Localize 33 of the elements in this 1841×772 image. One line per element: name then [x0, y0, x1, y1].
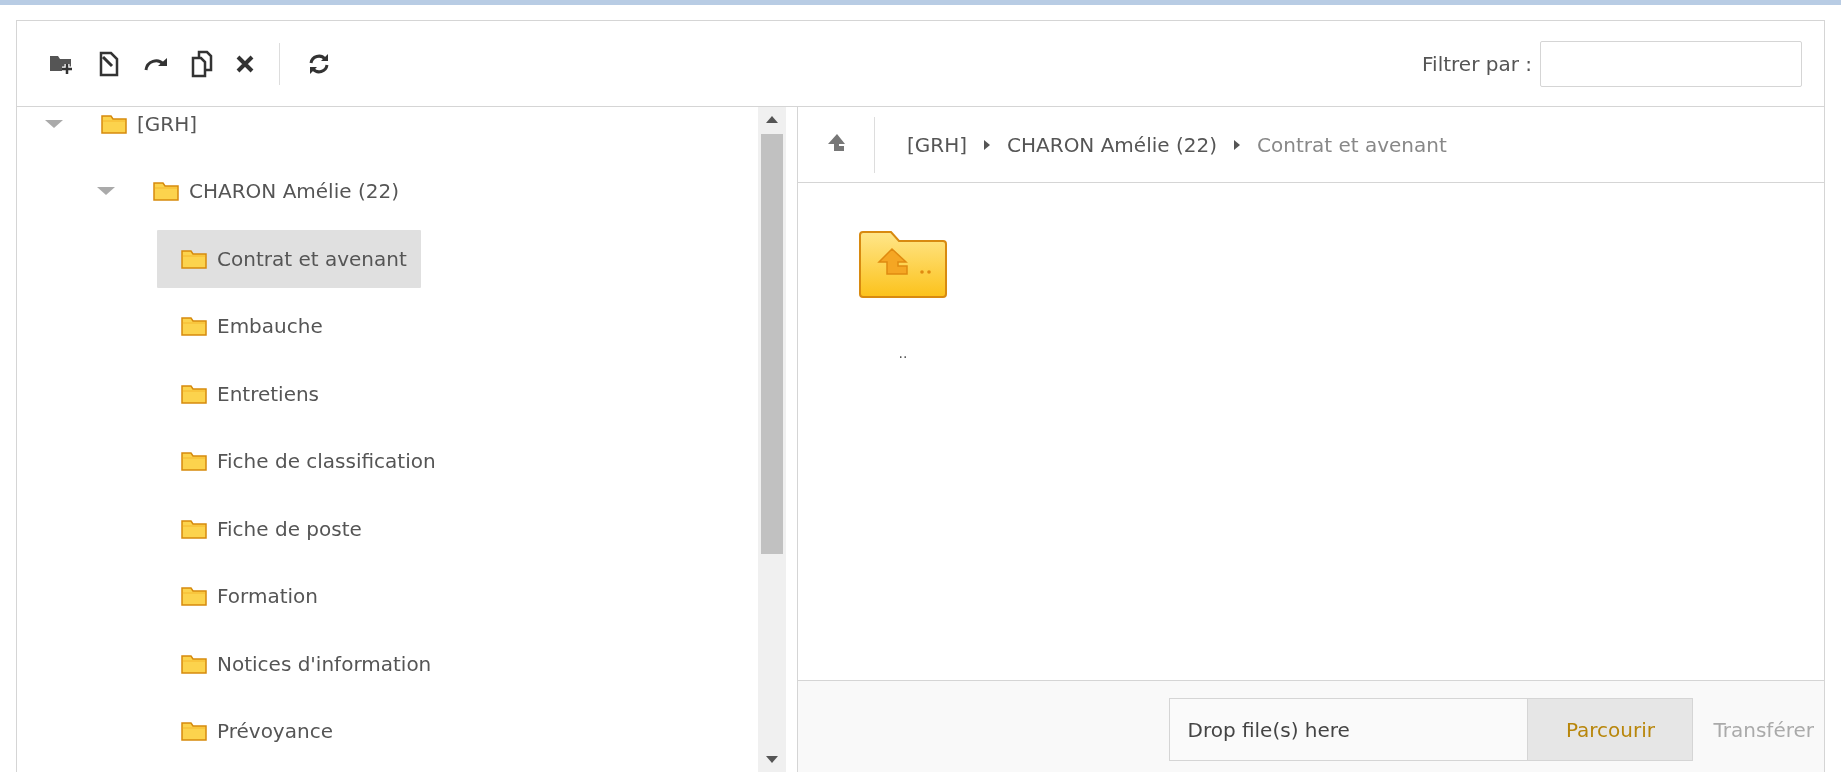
copy-icon — [191, 49, 213, 78]
folder-icon — [181, 451, 207, 472]
tree-item[interactable]: Formation — [157, 567, 332, 626]
tree-item[interactable]: [GRH] — [101, 107, 212, 153]
folder-icon — [181, 653, 207, 674]
scrollbar[interactable] — [758, 107, 786, 772]
tree-item[interactable]: Fiche de poste — [157, 499, 376, 558]
breadcrumb-item[interactable]: Contrat et avenant — [1257, 129, 1447, 160]
tree-item[interactable]: Contrat et avenant — [157, 229, 421, 288]
breadcrumb-item[interactable]: [GRH] — [907, 129, 968, 160]
filter-field[interactable] — [1540, 40, 1802, 87]
tree-item[interactable]: Embauche — [157, 297, 337, 356]
breadcrumb-separator-icon — [1234, 139, 1240, 150]
tree-item[interactable]: Entretiens — [157, 364, 334, 423]
folder-icon — [181, 721, 207, 742]
folder-icon — [181, 248, 207, 269]
breadcrumb-item[interactable]: CHARON Amélie (22) — [1007, 129, 1217, 160]
folder-icon — [181, 383, 207, 404]
tree-item[interactable]: Notices d'information — [157, 634, 446, 693]
folder-icon — [181, 586, 207, 607]
filter-label: Filtrer par : — [1422, 50, 1532, 78]
folder-icon — [181, 518, 207, 539]
close-icon — [235, 53, 255, 74]
tree-item[interactable]: CHARON Amélie (22) — [153, 162, 413, 221]
tree-item[interactable]: Fiche de classification — [157, 432, 450, 491]
folder-icon — [181, 316, 207, 337]
folder-icon — [153, 181, 179, 202]
file-name: .. — [898, 344, 908, 363]
document-pencil-icon — [97, 50, 121, 77]
folder-icon — [101, 113, 127, 134]
breadcrumb-separator-icon — [984, 139, 991, 150]
tree-item[interactable]: Prévoyance — [157, 702, 347, 761]
parent-folder-icon[interactable] — [858, 229, 948, 299]
